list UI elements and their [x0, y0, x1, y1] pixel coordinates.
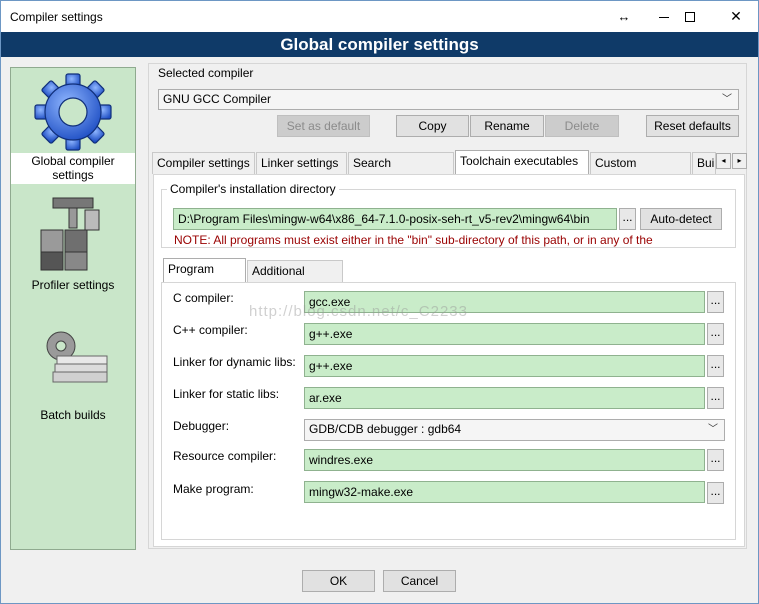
tab-toolchain-executables[interactable]: Toolchain executables: [455, 150, 589, 175]
tab-scroll-left-button[interactable]: ◂: [716, 153, 731, 169]
cpp-compiler-browse-button[interactable]: ...: [707, 323, 724, 345]
linker-static-input[interactable]: ar.exe: [304, 387, 705, 409]
window-title: Compiler settings: [10, 10, 103, 24]
installation-note: NOTE: All programs must exist either in …: [174, 233, 653, 247]
debugger-select[interactable]: GDB/CDB debugger : gdb64 ﹀: [304, 419, 725, 441]
installation-directory-browse-button[interactable]: ...: [619, 208, 636, 230]
sidebar: Global compiler settings Profiler settin…: [10, 67, 136, 550]
cancel-button[interactable]: Cancel: [383, 570, 456, 592]
make-program-input[interactable]: mingw32-make.exe: [304, 481, 705, 503]
debugger-value: GDB/CDB debugger : gdb64: [309, 422, 462, 436]
profiler-icon: [40, 197, 100, 271]
c-compiler-label: C compiler:: [173, 291, 234, 305]
tab-scroll-right-button[interactable]: ▸: [732, 153, 747, 169]
c-compiler-browse-button[interactable]: ...: [707, 291, 724, 313]
sidebar-item-profiler-settings[interactable]: Profiler settings: [11, 192, 135, 300]
auto-detect-button[interactable]: Auto-detect: [640, 208, 722, 230]
resource-compiler-browse-button[interactable]: ...: [707, 449, 724, 471]
resource-compiler-input[interactable]: windres.exe: [304, 449, 705, 471]
ok-button[interactable]: OK: [302, 570, 375, 592]
make-program-label: Make program:: [173, 482, 254, 496]
gear-icon: [34, 73, 112, 151]
rename-button[interactable]: Rename: [470, 115, 544, 137]
sidebar-item-label: Global compiler settings: [11, 153, 135, 184]
linker-static-label: Linker for static libs:: [173, 387, 280, 401]
selected-compiler-label: Selected compiler: [158, 66, 254, 80]
resource-compiler-label: Resource compiler:: [173, 449, 277, 463]
resize-arrows-icon: ↔: [617, 9, 631, 24]
tab-search-directories[interactable]: Search directories: [348, 152, 454, 190]
linker-dynamic-input[interactable]: g++.exe: [304, 355, 705, 377]
chevron-down-icon: ﹀: [708, 424, 718, 435]
reset-defaults-button[interactable]: Reset defaults: [646, 115, 739, 137]
cpp-compiler-label: C++ compiler:: [173, 323, 248, 337]
linker-dynamic-browse-button[interactable]: ...: [707, 355, 724, 377]
make-program-browse-button[interactable]: ...: [707, 482, 724, 504]
tab-linker-settings[interactable]: Linker settings: [256, 152, 347, 174]
copy-button[interactable]: Copy: [396, 115, 469, 137]
tab-additional-paths[interactable]: Additional Paths: [247, 260, 343, 298]
watermark: http://blog.csdn.net/c_C2233: [249, 303, 468, 320]
title-bar[interactable]: Compiler settings ↔ ✕: [1, 1, 758, 32]
sidebar-item-global-compiler-settings[interactable]: Global compiler settings: [11, 68, 135, 186]
selected-compiler-value: GNU GCC Compiler: [163, 92, 272, 106]
sidebar-item-batch-builds[interactable]: Batch builds: [11, 326, 135, 426]
installation-directory-label: Compiler's installation directory: [167, 182, 339, 196]
tab-custom-variables[interactable]: Custom variables: [590, 152, 691, 190]
maximize-button[interactable]: [667, 1, 713, 32]
tab-program-files[interactable]: Program Files: [163, 258, 246, 296]
set-as-default-button[interactable]: Set as default: [277, 115, 370, 137]
selected-compiler-select[interactable]: GNU GCC Compiler ﹀: [158, 89, 739, 110]
cpp-compiler-input[interactable]: g++.exe: [304, 323, 705, 345]
linker-dynamic-label: Linker for dynamic libs:: [173, 355, 296, 369]
tab-build-options[interactable]: Bui: [692, 152, 716, 174]
batch-builds-icon: [46, 331, 108, 383]
page-header: Global compiler settings: [1, 32, 758, 57]
maximize-icon: [685, 12, 695, 23]
linker-static-browse-button[interactable]: ...: [707, 387, 724, 409]
sidebar-item-label: Profiler settings: [31, 278, 115, 292]
delete-button[interactable]: Delete: [545, 115, 619, 137]
tab-compiler-settings[interactable]: Compiler settings: [152, 152, 255, 174]
close-button[interactable]: ✕: [713, 1, 759, 32]
sidebar-item-label: Batch builds: [40, 408, 106, 422]
debugger-label: Debugger:: [173, 419, 230, 433]
chevron-down-icon: ﹀: [722, 94, 732, 105]
installation-directory-input[interactable]: D:\Program Files\mingw-w64\x86_64-7.1.0-…: [173, 208, 617, 230]
compiler-settings-window: Compiler settings ↔ ✕ Global compiler se…: [0, 0, 759, 604]
